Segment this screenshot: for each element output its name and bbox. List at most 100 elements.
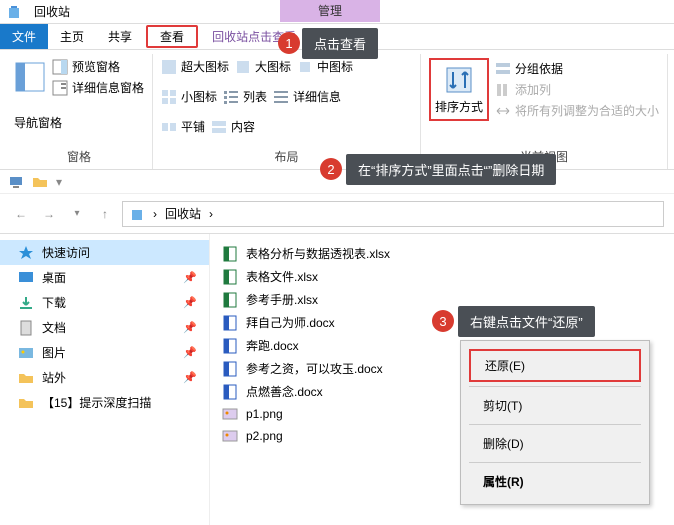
sidebar-ext[interactable]: 站外📌 [0,365,209,390]
view-details[interactable]: 详细信息 [273,88,341,105]
sidebar-documents[interactable]: 文档📌 [0,315,209,340]
view-tiles[interactable]: 平铺 [161,118,205,135]
view-xl-icons[interactable]: 超大图标 [161,58,229,75]
download-icon [18,295,34,311]
back-button[interactable]: ← [10,203,32,225]
ctx-cut[interactable]: 剪切(T) [469,391,641,420]
tab-home[interactable]: 主页 [48,24,96,49]
nav-pane-icon [14,61,46,93]
docx-icon [222,338,238,354]
file-item[interactable]: 表格文件.xlsx [218,265,674,288]
address-sep-2: › [209,207,213,221]
add-columns-button[interactable]: 添加列 [495,81,659,98]
tab-file[interactable]: 文件 [0,24,48,49]
sidebar-quick-access[interactable]: 快速访问 [0,240,209,265]
address-location[interactable]: 回收站 [165,205,201,222]
recycle-bin-icon [6,4,22,20]
address-sep-1: › [153,207,157,221]
qat-dropdown-icon[interactable]: ▾ [56,175,62,189]
ctx-properties[interactable]: 属性(R) [469,467,641,496]
docx-icon [222,384,238,400]
group-by-button[interactable]: 分组依据 [495,60,659,77]
tab-view[interactable]: 查看 [146,25,198,48]
view-sm-icons[interactable]: 小图标 [161,88,217,105]
forward-button[interactable]: → [38,203,60,225]
nav-pane-label: 导航窗格 [14,114,144,131]
sidebar-downloads[interactable]: 下载📌 [0,290,209,315]
file-name: 参考手册.xlsx [246,291,318,308]
sizeall-icon [495,103,511,119]
xlsx-icon [222,246,238,262]
tab-share[interactable]: 共享 [96,24,144,49]
file-name: p1.png [246,407,283,421]
folder-qat-icon[interactable] [32,174,48,190]
titlebar: 回收站 管理 [0,0,674,24]
ribbon-group-layout: 超大图标 大图标 中图标 小图标 列表 详细信息 平铺 内容 布局 [153,54,421,169]
view-content[interactable]: 内容 [211,118,255,135]
panes-group-label: 窗格 [14,146,144,167]
preview-pane-button[interactable]: 预览窗格 [52,58,144,75]
ribbon-group-currentview: 排序方式 分组依据 添加列 将所有列调整为合适的大小 当前视图 [421,54,668,169]
details-icon [273,89,289,105]
file-name: 奔跑.docx [246,337,299,354]
file-item[interactable]: 参考手册.xlsx [218,288,674,311]
preview-pane-icon [52,59,68,75]
navigation-bar: ← → ▾ ↑ › 回收站 › [0,194,674,234]
details-pane-button[interactable]: 详细信息窗格 [52,79,144,96]
ctx-sep [469,424,641,425]
up-button[interactable]: ↑ [94,203,116,225]
view-md-icons[interactable]: 中图标 [297,58,353,75]
file-name: 点燃善念.docx [246,383,323,400]
desktop-icon [18,270,34,286]
sort-icon [443,64,475,96]
callout-3: 右键点击文件“还原” [458,306,595,337]
view-list[interactable]: 列表 [223,88,267,105]
folder-icon [18,370,34,386]
ribbon: 预览窗格 详细信息窗格 导航窗格 窗格 超大图标 大图标 中图标 小图标 列表 … [0,50,674,170]
file-item[interactable]: 表格分析与数据透视表.xlsx [218,242,674,265]
ctx-restore[interactable]: 还原(E) [469,349,641,382]
sort-by-button[interactable]: 排序方式 [429,58,489,121]
history-dropdown[interactable]: ▾ [66,203,88,225]
png-icon [222,406,238,422]
pin-icon: 📌 [183,296,197,309]
view-lg-icons[interactable]: 大图标 [235,58,291,75]
ctx-sep [469,386,641,387]
computer-icon[interactable] [8,174,24,190]
step-badge-3: 3 [432,310,454,332]
sidebar-pictures[interactable]: 图片📌 [0,340,209,365]
add-col-icon [495,82,511,98]
list-icon [223,89,239,105]
callout-2: 在“排序方式”里面点击“”删除日期 [346,154,556,185]
ctx-sep [469,462,641,463]
ctx-delete[interactable]: 删除(D) [469,429,641,458]
ribbon-group-panes: 预览窗格 详细信息窗格 导航窗格 窗格 [6,54,153,169]
png-icon [222,428,238,444]
manage-contextual-tab[interactable]: 管理 [280,0,380,22]
file-name: 拜自己为师.docx [246,314,335,331]
pin-icon: 📌 [183,346,197,359]
sidebar-desktop[interactable]: 桌面📌 [0,265,209,290]
xlsx-icon [222,292,238,308]
tiles-icon [161,119,177,135]
documents-icon [18,320,34,336]
context-menu: 还原(E) 剪切(T) 删除(D) 属性(R) [460,340,650,505]
folder-icon [18,395,34,411]
docx-icon [222,315,238,331]
content-icon [211,119,227,135]
sm-icons-icon [161,89,177,105]
file-name: 参考之资，可以攻玉.docx [246,360,383,377]
address-bar[interactable]: › 回收站 › [122,201,664,227]
sidebar-item-15[interactable]: 【15】提示深度扫描 [0,390,209,415]
pin-icon: 📌 [183,271,197,284]
file-name: 表格文件.xlsx [246,268,318,285]
step-badge-1: 1 [278,32,300,54]
size-all-button[interactable]: 将所有列调整为合适的大小 [495,102,659,119]
step-badge-2: 2 [320,158,342,180]
nav-pane-button[interactable] [14,61,46,93]
callout-1: 点击查看 [302,28,378,59]
md-icons-icon [297,59,313,75]
docx-icon [222,361,238,377]
pin-icon: 📌 [183,321,197,334]
pin-icon: 📌 [183,371,197,384]
